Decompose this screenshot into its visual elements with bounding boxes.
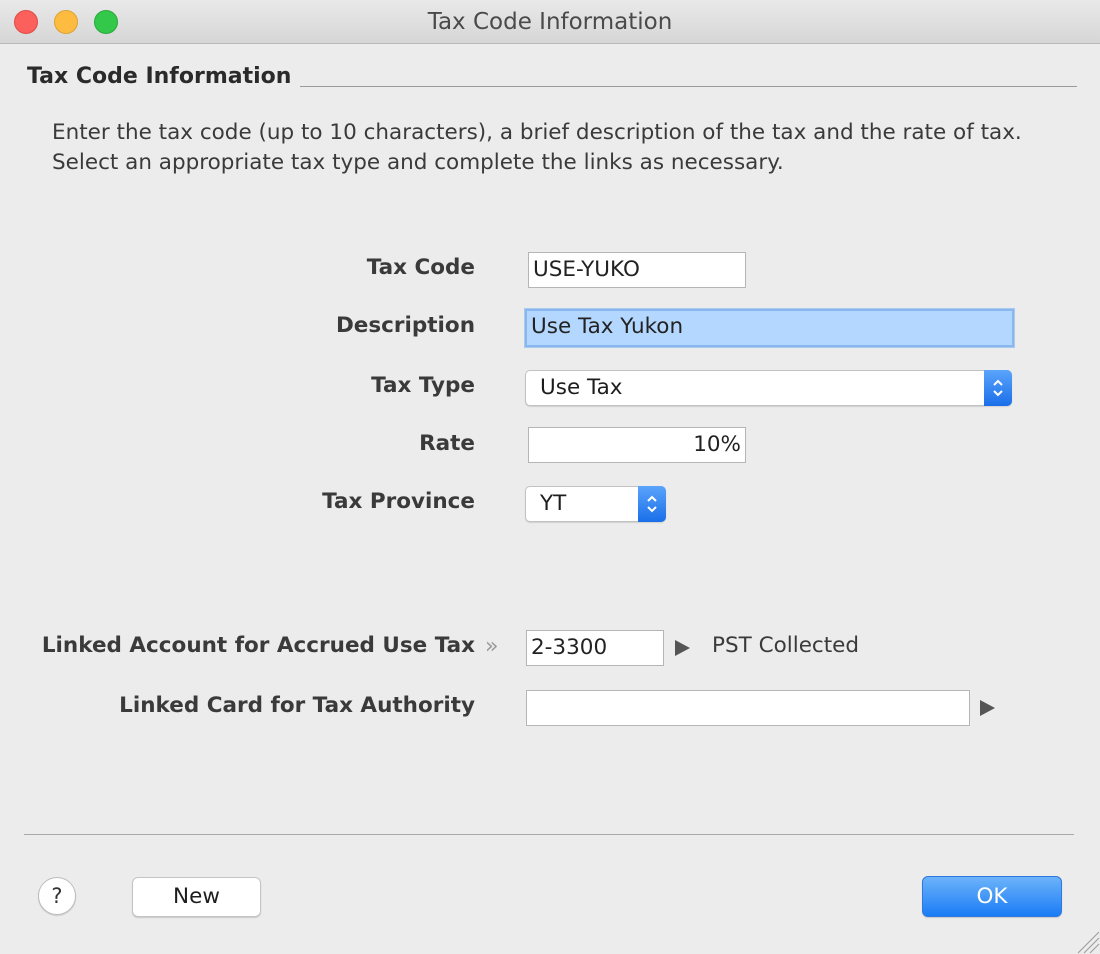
- rate-label: Rate: [419, 431, 475, 456]
- tax-code-label: Tax Code: [366, 255, 475, 280]
- tax-code-field[interactable]: USE-YUKO: [528, 252, 746, 288]
- tax-province-value: YT: [540, 491, 567, 516]
- title-bar: Tax Code Information: [0, 0, 1100, 44]
- ok-button[interactable]: OK: [922, 876, 1062, 917]
- card-lookup-arrow-icon[interactable]: [980, 700, 995, 716]
- tax-code-window: Tax Code Information Tax Code Informatio…: [0, 0, 1100, 954]
- account-lookup-arrow-icon[interactable]: [675, 640, 690, 656]
- chevron-up-down-icon: [984, 370, 1012, 406]
- rate-field[interactable]: 10%: [528, 427, 746, 463]
- description-field[interactable]: Use Tax Yukon: [525, 309, 1014, 347]
- bottom-divider: [24, 834, 1074, 835]
- window-title: Tax Code Information: [427, 9, 673, 35]
- group-title: Tax Code Information: [27, 64, 292, 89]
- new-button[interactable]: New: [132, 877, 261, 917]
- linked-account-field[interactable]: 2-3300: [526, 630, 664, 666]
- instructions-text: Enter the tax code (up to 10 characters)…: [52, 120, 1022, 175]
- resize-grip-icon[interactable]: [1072, 926, 1100, 954]
- double-chevron-icon: »: [485, 634, 499, 659]
- help-button[interactable]: ?: [38, 877, 76, 915]
- tax-type-select[interactable]: Use Tax: [525, 370, 1012, 406]
- group-divider: [300, 86, 1077, 87]
- linked-account-name: PST Collected: [712, 633, 860, 658]
- tax-province-select[interactable]: YT: [525, 486, 666, 522]
- tax-type-value: Use Tax: [540, 375, 623, 400]
- chevron-up-down-icon: [638, 486, 666, 522]
- tax-province-label: Tax Province: [322, 489, 475, 514]
- tax-type-label: Tax Type: [371, 373, 475, 398]
- linked-card-field[interactable]: [526, 690, 970, 726]
- linked-account-label: Linked Account for Accrued Use Tax: [41, 633, 475, 658]
- linked-card-label: Linked Card for Tax Authority: [119, 693, 475, 718]
- description-label: Description: [335, 313, 475, 338]
